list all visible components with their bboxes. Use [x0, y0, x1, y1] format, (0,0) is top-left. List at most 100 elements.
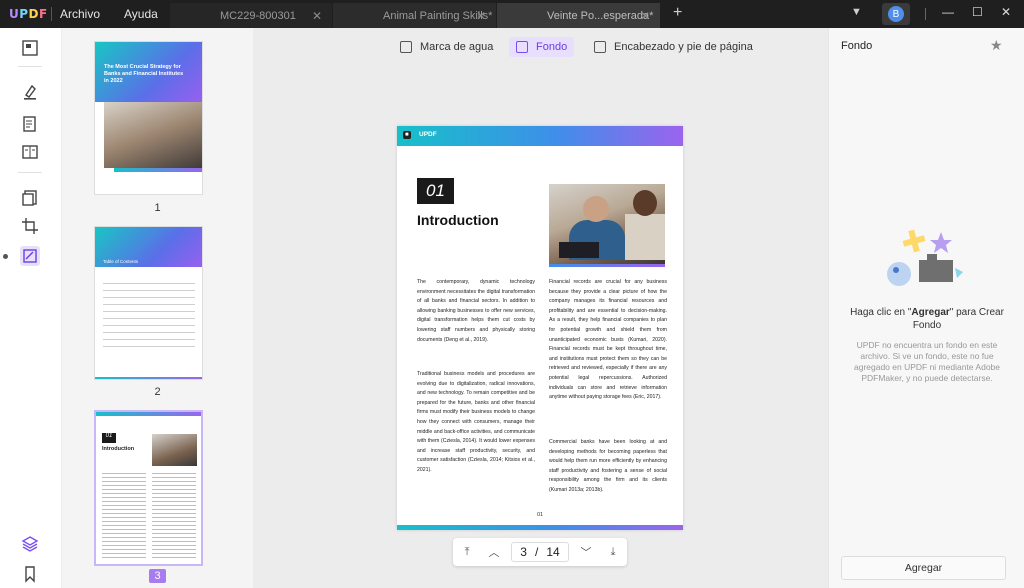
- tab-label: Veinte Po...esperada*: [547, 9, 654, 22]
- background-panel: Fondo ★ Haga clic en "Agregar" para Crea…: [828, 28, 1024, 588]
- background-label: Fondo: [536, 41, 568, 53]
- thumb-toc-bar: [95, 377, 202, 379]
- thumb-cover-title: The Most Crucial Strategy for Banks and …: [104, 64, 184, 84]
- highlighter-icon[interactable]: [20, 82, 40, 102]
- background-icon: [516, 41, 528, 53]
- page-header-bar: ■ UPDF: [397, 126, 683, 146]
- page-tools-toolbar: Marca de agua Fondo Encabezado y pie de …: [253, 37, 828, 57]
- edit-text-icon[interactable]: [20, 114, 40, 134]
- page-number-input[interactable]: 3 / 14: [511, 542, 569, 562]
- page-number-label: 2: [154, 386, 161, 398]
- hint-bold-text: Agregar: [911, 307, 950, 318]
- photo-figure: [625, 214, 665, 260]
- thumb-cover-bar: [114, 168, 202, 172]
- page-heading: Introduction: [417, 212, 499, 228]
- title-bar: UPDF Archivo Ayuda MC229-800301 ✕ Animal…: [0, 0, 1024, 28]
- chevron-down-icon[interactable]: ▼: [851, 6, 862, 18]
- watermark-button[interactable]: Marca de agua: [400, 37, 493, 57]
- page-number-label: 1: [154, 202, 161, 214]
- page-thumbnail-3[interactable]: 01 Introduction: [94, 410, 203, 566]
- pdf-page[interactable]: ■ UPDF 01 Introduction The contemporary,…: [397, 126, 683, 530]
- star-icon[interactable]: ★: [990, 37, 1003, 54]
- right-column-paragraph-1: Financial records are crucial for any bu…: [549, 279, 667, 401]
- minimize-icon[interactable]: —: [942, 5, 954, 19]
- panel-collapse-handle[interactable]: [3, 254, 8, 259]
- panel-title: Fondo: [841, 40, 873, 52]
- window-separator: [925, 8, 926, 20]
- user-avatar-button[interactable]: B: [882, 3, 910, 25]
- tab-close-icon[interactable]: ✕: [476, 9, 486, 23]
- thumb-intro-heading: Introduction: [102, 446, 135, 452]
- thumb-cover-photo: [104, 102, 202, 168]
- tab-document-1[interactable]: MC229-800301 ✕: [170, 3, 332, 28]
- no-background-description: UPDF no encuentra un fondo en este archi…: [853, 340, 1000, 383]
- tab-close-icon[interactable]: ✕: [312, 9, 322, 23]
- photo-figure: [633, 190, 657, 216]
- thumb-intro-col-right: [152, 470, 196, 560]
- menu-archivo[interactable]: Archivo: [60, 7, 100, 21]
- page-thumbnail-1[interactable]: The Most Crucial Strategy for Banks and …: [94, 41, 203, 195]
- thumb-intro-bar: [96, 412, 201, 416]
- toolbar-divider: [18, 172, 42, 173]
- title-separator: [51, 7, 52, 21]
- bookmark-icon[interactable]: [20, 564, 40, 584]
- new-tab-plus-icon[interactable]: +: [673, 4, 682, 22]
- page-tools-icon[interactable]: [20, 246, 40, 266]
- page-footer-number: 01: [536, 512, 544, 518]
- left-column-paragraph-1: The contemporary, dynamic technology env…: [417, 279, 535, 343]
- organize-pages-icon[interactable]: [20, 188, 40, 208]
- selected-page-badge: 3: [149, 569, 166, 583]
- crop-icon[interactable]: [20, 216, 40, 236]
- page-separator: /: [534, 545, 539, 559]
- last-page-icon[interactable]: ⤓: [605, 544, 621, 560]
- close-window-icon[interactable]: ✕: [1001, 5, 1011, 19]
- photo-figure: [583, 196, 609, 222]
- thumb-intro-number: 01: [102, 433, 116, 443]
- chapter-number: 01: [417, 178, 454, 204]
- page-photo: [549, 184, 665, 264]
- right-column-paragraph-2: Commercial banks have been looking at an…: [549, 439, 667, 493]
- empty-state-illustration-icon: [887, 229, 963, 286]
- thumb-toc-title: Table of Contents: [103, 259, 139, 264]
- page-navigation-bar: ⤒ ︿ 3 / 14 ﹀ ⤓: [453, 538, 627, 566]
- left-toolbar: [0, 28, 62, 588]
- page-number-label-selected: 3: [62, 569, 253, 583]
- reader-mode-icon[interactable]: [20, 38, 40, 58]
- header-footer-label: Encabezado y pie de página: [614, 41, 753, 53]
- previous-page-icon[interactable]: ︿: [486, 544, 502, 560]
- tab-close-icon[interactable]: ✕: [640, 9, 650, 23]
- layers-icon[interactable]: [20, 534, 40, 554]
- toolbar-divider: [18, 66, 42, 67]
- left-column-paragraph-2: Traditional business models and procedur…: [417, 371, 535, 473]
- thumb-intro-photo: [152, 434, 197, 466]
- next-page-icon[interactable]: ﹀: [578, 544, 594, 560]
- form-icon[interactable]: [20, 142, 40, 162]
- add-background-button[interactable]: Agregar: [841, 556, 1006, 580]
- header-footer-button[interactable]: Encabezado y pie de página: [594, 37, 753, 57]
- add-background-hint: Haga clic en "Agregar" para Crear Fondo: [843, 306, 1011, 332]
- thumb-intro-col-left: [102, 470, 146, 560]
- menu-ayuda[interactable]: Ayuda: [124, 7, 158, 21]
- tab-document-3[interactable]: Veinte Po...esperada* ✕: [497, 3, 660, 28]
- total-pages: 14: [546, 545, 560, 559]
- photo-laptop: [559, 242, 599, 258]
- first-page-icon[interactable]: ⤒: [459, 544, 475, 560]
- page-thumbnail-2[interactable]: Table of Contents: [94, 226, 203, 380]
- hint-text: Haga clic en ": [850, 307, 912, 318]
- page-brand-text: UPDF: [419, 131, 437, 138]
- maximize-icon[interactable]: ☐: [972, 5, 983, 19]
- background-button[interactable]: Fondo: [509, 37, 575, 57]
- thumb-toc-lines: [103, 277, 195, 347]
- watermark-icon: [400, 41, 412, 53]
- tab-document-2[interactable]: Animal Painting Skills* ✕: [333, 3, 496, 28]
- page-brand-logo: ■: [403, 131, 411, 139]
- photo-accent-bar: [549, 264, 665, 267]
- document-canvas: Marca de agua Fondo Encabezado y pie de …: [253, 28, 828, 588]
- thumbnail-panel: The Most Crucial Strategy for Banks and …: [62, 28, 253, 588]
- tab-label: MC229-800301: [220, 9, 296, 22]
- updf-logo: UPDF: [9, 7, 48, 21]
- header-footer-icon: [594, 41, 606, 53]
- current-page: 3: [520, 545, 527, 559]
- avatar: B: [888, 6, 904, 22]
- page-footer-bar: [397, 525, 683, 530]
